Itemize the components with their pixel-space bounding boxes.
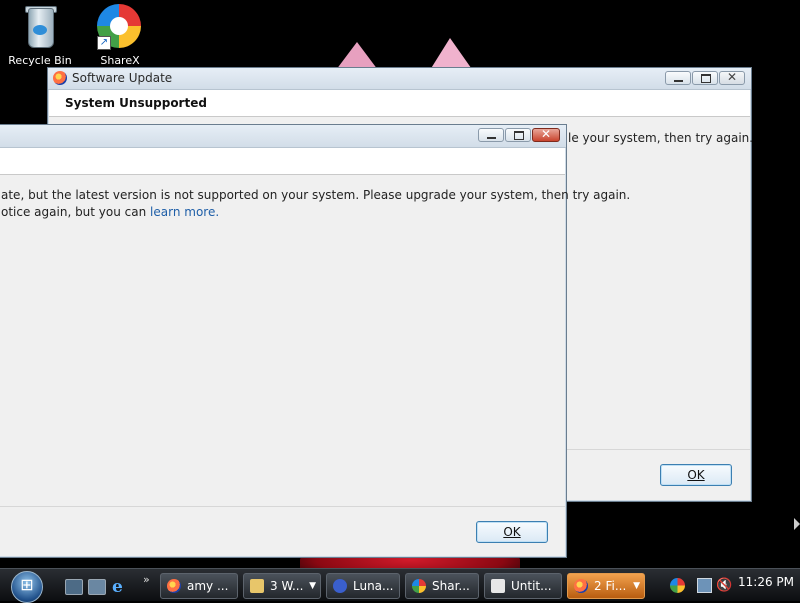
- taskbar-button-paint[interactable]: Untit...: [484, 573, 562, 599]
- quick-launch-more-icon[interactable]: »: [143, 573, 150, 586]
- footer-divider: [0, 506, 565, 507]
- chevron-down-icon: ▼: [633, 581, 640, 591]
- close-icon: ✕: [540, 127, 552, 141]
- title-bar[interactable]: ✕: [0, 125, 566, 148]
- show-desktop-icon[interactable]: [65, 579, 83, 595]
- internet-explorer-icon[interactable]: e: [112, 577, 123, 597]
- paint-icon: [491, 579, 505, 593]
- minimize-button[interactable]: [478, 128, 504, 142]
- firefox-icon: [167, 579, 181, 593]
- start-button[interactable]: [11, 571, 43, 603]
- learn-more-link[interactable]: learn more.: [150, 205, 219, 219]
- mouse-cursor-icon: [794, 518, 800, 530]
- ok-button[interactable]: OK: [476, 521, 548, 543]
- volume-muted-icon[interactable]: 🔇: [716, 578, 732, 593]
- recycle-bin-icon: [17, 4, 63, 52]
- software-update-window-front: ✕ ate, but the latest version is not sup…: [0, 124, 630, 558]
- taskbar-button-luna[interactable]: Luna...: [326, 573, 400, 599]
- close-button[interactable]: ✕: [719, 70, 745, 85]
- desktop-icon-recycle-bin[interactable]: Recycle Bin: [3, 4, 77, 67]
- minimize-button[interactable]: [665, 71, 691, 85]
- taskbar-button-label: 3 W...: [270, 579, 304, 593]
- taskbar-button-label: Untit...: [511, 579, 552, 593]
- window-title: Software Update: [72, 71, 173, 85]
- taskbar-button-label: amy ...: [187, 579, 229, 593]
- message-text-line1: ate, but the latest version is not suppo…: [1, 188, 631, 202]
- desktop-icon-label: Recycle Bin: [8, 54, 72, 67]
- message-text: le your system, then try again.: [568, 131, 754, 145]
- page-title: System Unsupported: [65, 96, 207, 110]
- taskbar-button-sharex[interactable]: Shar...: [405, 573, 479, 599]
- firefox-icon: [53, 71, 67, 85]
- close-icon: ✕: [726, 70, 738, 84]
- sharex-icon: ↗: [97, 4, 143, 52]
- maximize-button[interactable]: [692, 71, 718, 85]
- desktop-icon-sharex[interactable]: ↗ ShareX: [83, 4, 157, 67]
- header-band: System Unsupported: [49, 90, 750, 117]
- taskbar-button-label: Luna...: [353, 579, 394, 593]
- ok-button[interactable]: OK: [660, 464, 732, 486]
- maximize-icon: [514, 131, 524, 140]
- taskbar-button-firefox-group[interactable]: 2 Fi... ▼: [567, 573, 645, 599]
- sharex-icon: [412, 579, 426, 593]
- message-text-line2-prefix: otice again, but you can: [1, 205, 151, 219]
- taskbar-button-label: Shar...: [432, 579, 470, 593]
- title-bar[interactable]: Software Update ✕: [48, 68, 751, 90]
- app-icon: [333, 579, 347, 593]
- minimize-icon: [487, 137, 496, 139]
- taskbar: e » amy ... 3 W... ▼ Luna... Shar... Unt…: [0, 568, 800, 603]
- clock[interactable]: 11:26 PM: [738, 575, 794, 589]
- sharex-tray-icon[interactable]: [670, 578, 685, 593]
- firefox-icon: [574, 579, 588, 593]
- message-text-line2: otice again, but you can learn more.: [1, 204, 219, 221]
- taskbar-button-label: 2 Fi...: [594, 579, 627, 593]
- desktop-icon-label: ShareX: [100, 54, 140, 67]
- folder-icon: [250, 579, 264, 593]
- taskbar-button-firefox[interactable]: amy ...: [160, 573, 238, 599]
- maximize-icon: [701, 74, 711, 83]
- maximize-button[interactable]: [505, 128, 531, 142]
- taskbar-button-folder-group[interactable]: 3 W... ▼: [243, 573, 321, 599]
- network-icon[interactable]: [697, 578, 712, 593]
- header-band: [0, 148, 565, 175]
- minimize-icon: [674, 80, 683, 82]
- chevron-down-icon: ▼: [309, 581, 316, 591]
- switch-windows-icon[interactable]: [88, 579, 106, 595]
- shortcut-arrow-icon: ↗: [97, 36, 111, 50]
- close-button[interactable]: ✕: [532, 127, 560, 142]
